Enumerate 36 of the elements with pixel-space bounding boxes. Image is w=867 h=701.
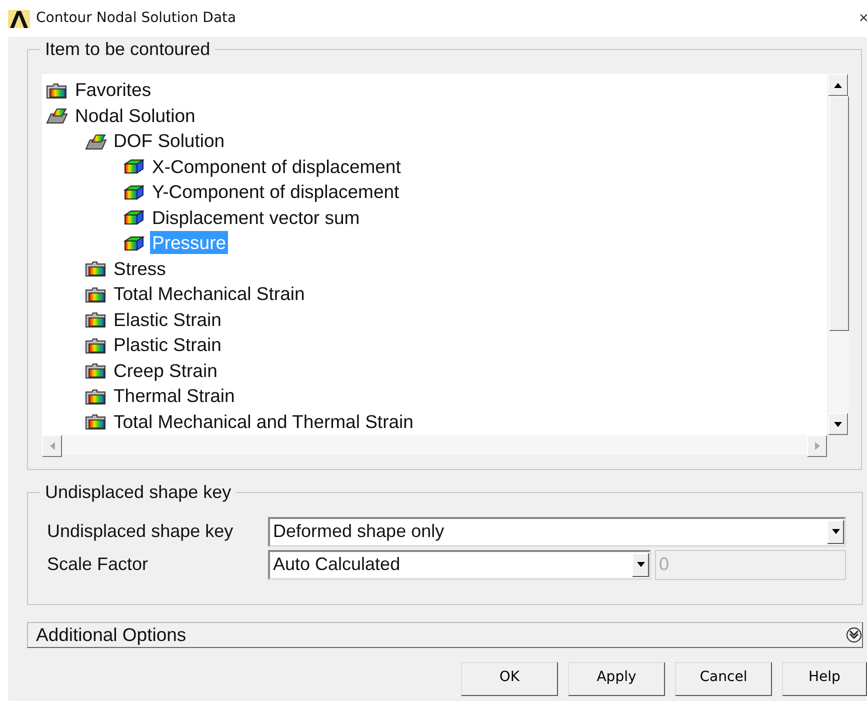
cube-icon <box>123 182 145 201</box>
window-title: Contour Nodal Solution Data <box>36 9 236 28</box>
up-arrow-icon[interactable] <box>834 82 842 88</box>
additional-options-bar[interactable]: Additional Options <box>27 622 863 648</box>
dropdown-arrow-icon[interactable] <box>832 529 840 534</box>
app-logo-icon <box>8 10 30 28</box>
tree-item[interactable]: Creep Strain <box>112 358 220 382</box>
vertical-scrollbar[interactable] <box>827 74 849 435</box>
dropdown[interactable]: Auto Calculated <box>268 550 651 580</box>
tree-item[interactable]: Total Mechanical Strain <box>112 282 307 306</box>
tree-item[interactable]: Stress <box>112 256 168 280</box>
field-label: Undisplaced shape key <box>46 520 234 543</box>
dialog-button[interactable]: Help <box>782 662 867 696</box>
tree-view[interactable] <box>42 74 827 435</box>
dropdown-arrow-icon[interactable] <box>636 562 644 567</box>
cube-icon <box>123 234 145 252</box>
tree-item[interactable]: Thermal Strain <box>112 384 237 408</box>
tree-item[interactable]: X-Component of displacement <box>150 154 403 178</box>
tree-item[interactable]: Elastic Strain <box>112 308 224 331</box>
dialog-button[interactable]: OK <box>461 662 558 696</box>
tree-item[interactable]: Total Mechanical and Thermal Strain <box>112 410 416 433</box>
expand-icon[interactable] <box>846 627 862 643</box>
tree-item[interactable]: Y-Component of displacement <box>150 180 402 204</box>
tree-item[interactable]: Plastic Strain <box>112 333 224 356</box>
dialog-button[interactable]: Cancel <box>675 662 772 696</box>
tree-item[interactable]: Favorites <box>73 78 154 102</box>
cube-icon <box>123 157 145 176</box>
close-button[interactable]: × <box>859 6 867 30</box>
tree-item[interactable]: Nodal Solution <box>73 104 198 127</box>
field-label: Scale Factor <box>46 553 150 576</box>
tree-item[interactable]: Displacement vector sum <box>150 206 362 229</box>
dialog-button[interactable]: Apply <box>568 662 665 696</box>
tree-item[interactable]: DOF Solution <box>112 129 227 152</box>
cube-icon <box>123 208 145 226</box>
down-arrow-icon[interactable] <box>834 422 842 426</box>
dropdown[interactable]: Deformed shape only <box>268 516 846 546</box>
